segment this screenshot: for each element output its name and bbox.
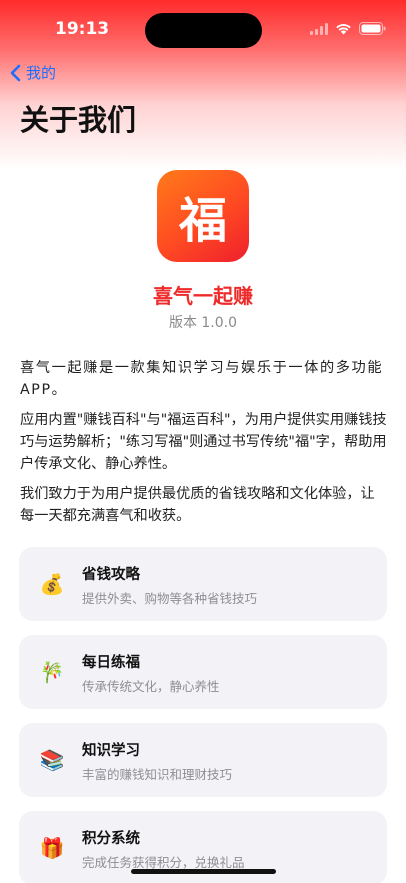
feature-subtitle: 提供外卖、购物等各种省钱技巧 (82, 591, 258, 606)
status-icons (310, 22, 386, 35)
feature-subtitle: 传承传统文化，静心养性 (82, 679, 220, 694)
app-name: 喜气一起赚 (153, 284, 253, 308)
home-indicator[interactable] (131, 869, 276, 874)
description-paragraph-2: 应用内置"赚钱百科"与"福运百科"，为用户提供实用赚钱技巧与运势解析；"练习写福… (20, 412, 387, 472)
back-button[interactable]: 我的 (10, 62, 56, 83)
wifi-icon (336, 23, 351, 34)
chevron-left-icon (10, 64, 21, 81)
gift-icon: 🎁 (39, 836, 65, 860)
feature-card-daily-fu[interactable]: 🎋 每日练福 传承传统文化，静心养性 (19, 635, 387, 709)
feature-card-savings[interactable]: 💰 省钱攻略 提供外卖、购物等各种省钱技巧 (19, 547, 387, 621)
status-bar: 19:13 (0, 0, 406, 56)
navigation-bar: 我的 (0, 58, 406, 90)
app-icon-character: 福 (178, 193, 227, 249)
money-bag-icon: 💰 (39, 572, 65, 596)
feature-title: 积分系统 (82, 831, 140, 847)
feature-title: 省钱攻略 (82, 567, 140, 583)
app-icon: 福 (157, 170, 249, 262)
app-version: 版本 1.0.0 (168, 315, 238, 331)
description-paragraph-1: 喜气一起赚是一款集知识学习与娱乐于一体的多功能APP。 (20, 360, 384, 398)
feature-card-knowledge[interactable]: 📚 知识学习 丰富的赚钱知识和理财技巧 (19, 723, 387, 797)
page-title: 关于我们 (20, 103, 137, 137)
brush-icon: 🎋 (39, 660, 65, 684)
battery-icon (359, 22, 386, 35)
signal-icon (310, 22, 328, 35)
books-icon: 📚 (39, 748, 65, 772)
feature-title: 每日练福 (82, 655, 140, 671)
description-paragraph-3: 我们致力于为用户提供最优质的省钱攻略和文化体验，让每一天都充满喜气和收获。 (20, 486, 375, 524)
feature-subtitle: 丰富的赚钱知识和理财技巧 (82, 767, 233, 782)
feature-title: 知识学习 (82, 743, 140, 759)
back-button-label: 我的 (26, 64, 57, 82)
status-time: 19:13 (55, 19, 110, 39)
dynamic-island (145, 13, 262, 48)
